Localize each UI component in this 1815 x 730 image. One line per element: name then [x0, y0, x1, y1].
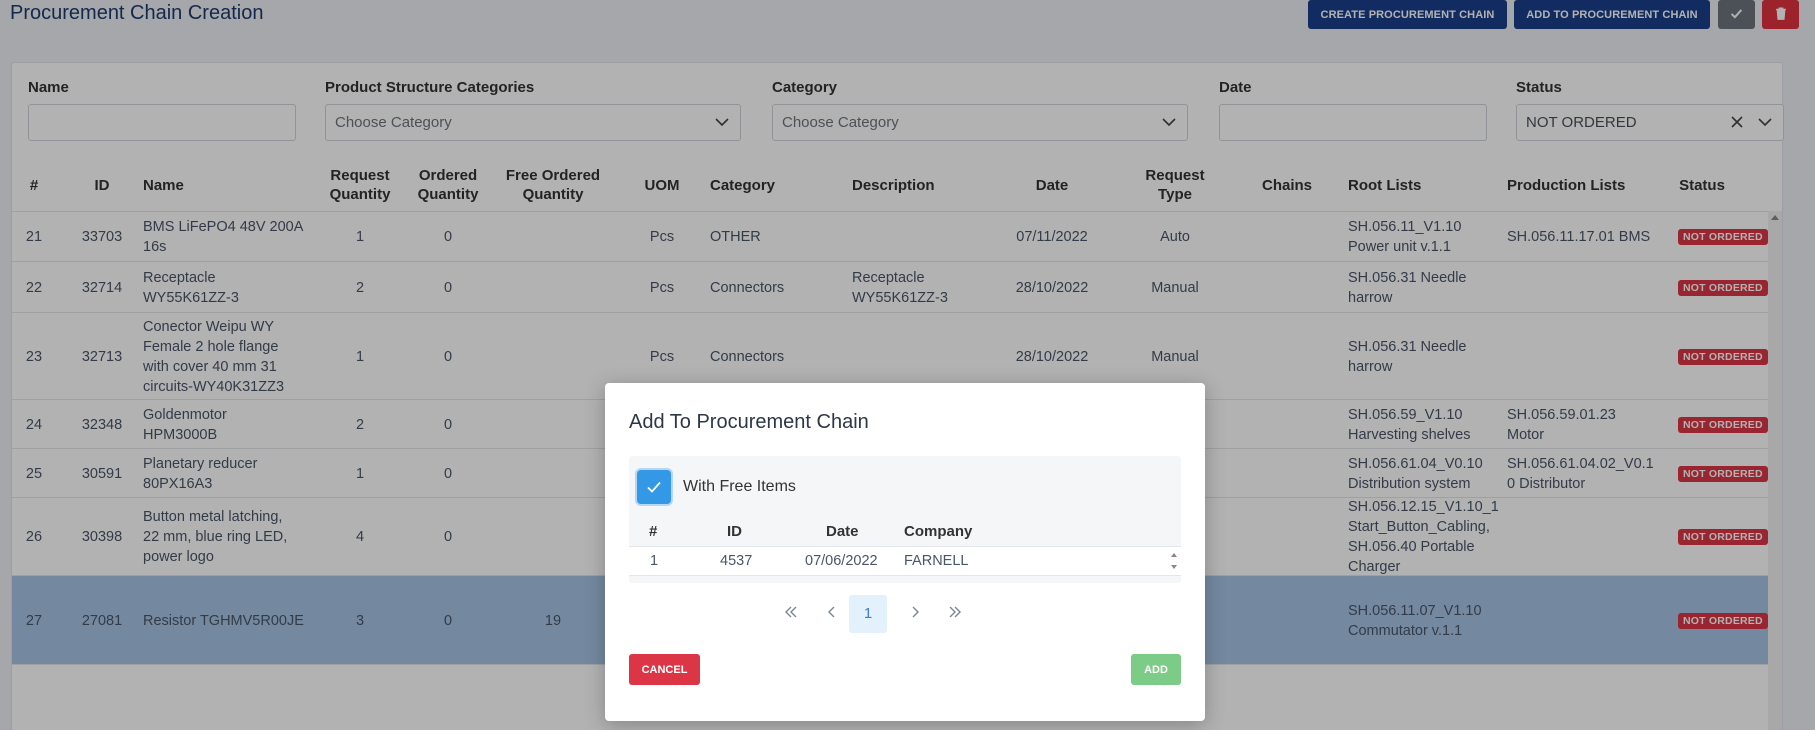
chevron-right-icon [912, 606, 919, 618]
with-free-items-checkbox[interactable] [637, 470, 671, 504]
modal-table-row[interactable]: 1 4537 07/06/2022 FARNELL [629, 546, 1181, 576]
modal-col-num: # [649, 523, 658, 540]
cancel-button[interactable]: CANCEL [629, 654, 700, 685]
pager-current-page[interactable]: 1 [849, 595, 887, 633]
modal-cell-num: 1 [650, 553, 659, 569]
modal-table-scrollbar[interactable] [1167, 547, 1181, 575]
double-chevron-left-icon [785, 606, 797, 618]
pager-first[interactable] [772, 595, 810, 633]
double-chevron-right-icon [949, 606, 961, 618]
pager-prev[interactable] [813, 595, 851, 633]
with-free-items-label[interactable]: With Free Items [683, 478, 796, 496]
chevron-left-icon [828, 606, 835, 618]
modal-col-id: ID [727, 523, 742, 540]
add-button[interactable]: ADD [1131, 654, 1181, 685]
scroll-arrows-icon [1171, 553, 1177, 569]
modal-cell-company: FARNELL [904, 553, 969, 569]
check-icon [647, 481, 661, 493]
pager-next[interactable] [896, 595, 934, 633]
modal-title: Add To Procurement Chain [629, 411, 869, 433]
pager-last[interactable] [936, 595, 974, 633]
add-to-procurement-chain-modal: Add To Procurement Chain With Free Items… [605, 383, 1205, 721]
modal-panel: With Free Items # ID Date Company 1 4537… [629, 456, 1181, 583]
modal-cell-date: 07/06/2022 [805, 553, 878, 569]
modal-col-date: Date [826, 523, 859, 540]
modal-cell-id: 4537 [720, 553, 753, 569]
modal-col-company: Company [904, 523, 973, 540]
